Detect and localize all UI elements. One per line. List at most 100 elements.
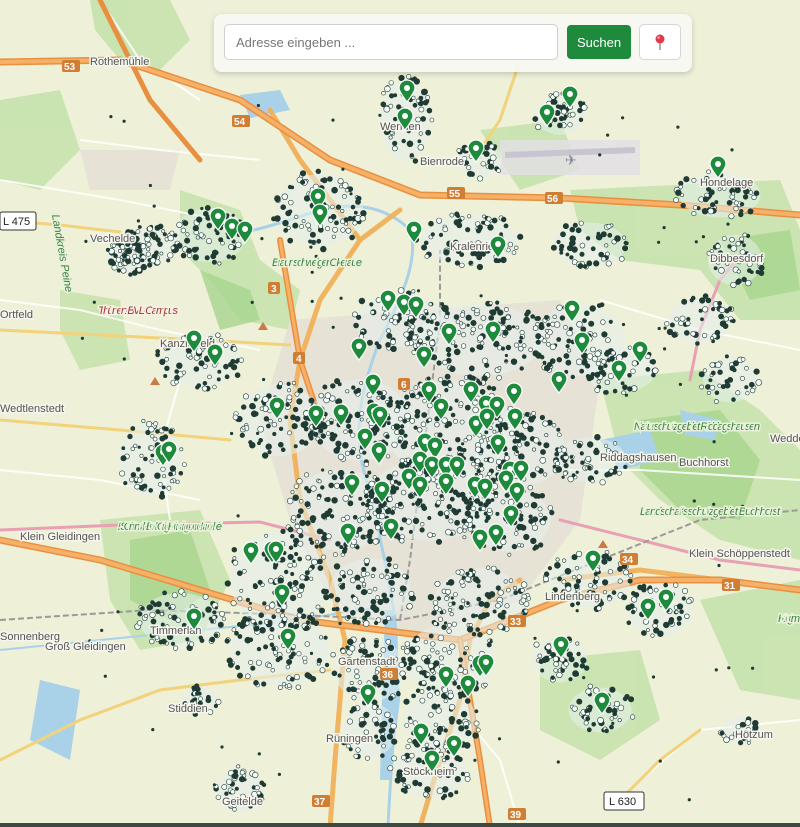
building-dot (530, 501, 538, 509)
building-dot (445, 515, 450, 520)
building-dot (449, 643, 456, 650)
building-dot (423, 657, 431, 665)
building-dot (133, 443, 138, 449)
building-dot (278, 426, 284, 431)
building-dot (370, 310, 375, 315)
building-dot (331, 118, 335, 122)
building-dot (376, 395, 381, 400)
building-dot (388, 135, 393, 140)
building-dot (535, 124, 542, 131)
building-dot (230, 600, 237, 607)
building-dot (515, 432, 521, 438)
search-button[interactable]: Suchen (567, 25, 631, 59)
building-dot (189, 641, 195, 647)
building-dot (508, 578, 514, 583)
building-dot (504, 353, 508, 358)
building-dot (287, 526, 294, 533)
building-dot (568, 677, 573, 682)
building-dot (405, 743, 411, 750)
building-dot (739, 202, 745, 207)
building-dot (530, 537, 537, 545)
building-dot (432, 600, 439, 606)
building-dot (149, 458, 155, 464)
building-dot (316, 657, 323, 664)
building-dot (299, 519, 306, 527)
building-dot (470, 347, 475, 352)
building-dot (414, 394, 420, 400)
building-dot (425, 672, 431, 677)
building-dot (695, 341, 700, 346)
building-dot (557, 576, 562, 582)
building-dot (100, 628, 104, 633)
building-dot (566, 329, 573, 337)
building-dot (186, 247, 193, 254)
building-dot (346, 667, 351, 673)
building-dot (500, 538, 507, 546)
building-dot (701, 332, 708, 339)
building-dot (360, 590, 366, 595)
building-dot (663, 582, 669, 588)
building-dot (714, 361, 722, 369)
building-dot (699, 384, 704, 390)
building-dot (478, 600, 485, 607)
building-dot (151, 728, 155, 732)
address-search-input[interactable] (224, 24, 558, 60)
building-dot (401, 754, 407, 761)
building-dot (546, 322, 551, 327)
building-dot (401, 675, 407, 681)
building-dot (400, 442, 408, 450)
building-dot (580, 326, 587, 333)
building-dot (491, 217, 498, 224)
building-dot (286, 381, 291, 387)
building-dot (297, 592, 303, 598)
building-dot (681, 587, 688, 594)
building-dot (613, 700, 620, 707)
building-dot (320, 433, 326, 439)
label-herzogtum: Herzogtum (778, 613, 800, 625)
building-dot (414, 413, 420, 419)
building-dot (421, 244, 428, 251)
building-dot (219, 338, 224, 343)
building-dot (504, 455, 510, 461)
building-dot (701, 306, 709, 313)
locate-button[interactable] (639, 24, 681, 60)
building-dot (318, 635, 323, 640)
building-dot (159, 358, 166, 366)
building-dot (418, 106, 425, 113)
building-dot (331, 234, 336, 239)
building-dot (159, 612, 164, 617)
building-dot (417, 144, 424, 151)
building-dot (214, 606, 218, 610)
building-dot (465, 571, 470, 576)
building-dot (494, 494, 499, 499)
building-dot (614, 235, 621, 242)
building-dot (168, 606, 172, 610)
building-dot (404, 641, 410, 647)
building-dot (512, 585, 517, 590)
building-dot (436, 360, 442, 366)
building-dot (521, 343, 527, 349)
building-dot (390, 339, 396, 345)
building-dot (598, 251, 605, 258)
building-dot (232, 559, 239, 566)
building-dot (268, 634, 275, 640)
building-dot (345, 389, 350, 394)
building-dot (137, 445, 141, 449)
building-dot (413, 425, 418, 430)
building-dot (622, 245, 629, 252)
building-dot (650, 358, 657, 365)
building-dot (271, 216, 277, 222)
building-dot (145, 429, 151, 436)
building-dot (299, 170, 307, 177)
building-dot (710, 307, 716, 312)
building-dot (574, 565, 580, 571)
building-dot (223, 363, 229, 370)
building-dot (496, 168, 501, 173)
map-canvas[interactable]: ✈ Rothemühle Kanzlerfeld Klein Gleidinge… (0, 0, 800, 827)
building-dot (445, 257, 451, 263)
building-dot (492, 609, 497, 614)
building-dot (564, 567, 572, 575)
building-dot (691, 211, 697, 217)
building-dot (204, 255, 210, 261)
building-dot (400, 489, 407, 496)
